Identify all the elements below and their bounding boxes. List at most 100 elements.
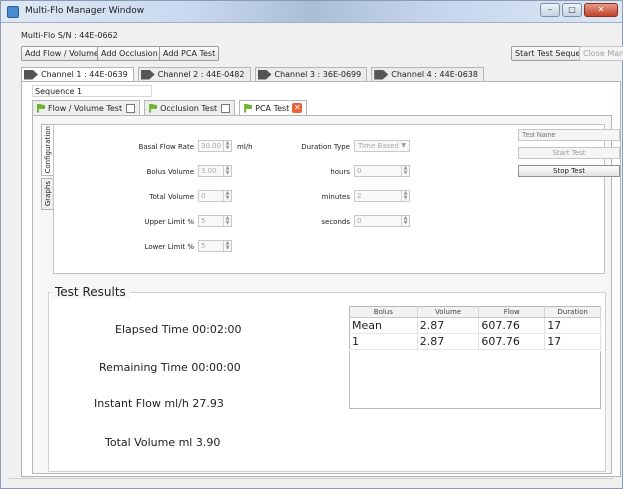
spinner-value: 0 [357, 167, 362, 175]
results-table-empty-area [349, 351, 601, 409]
test-name-input[interactable] [518, 129, 620, 141]
spinner-value: 5 [201, 242, 206, 250]
tab-occlusion-test[interactable]: Occlusion Test [144, 100, 236, 116]
spin-down-icon[interactable]: ▼ [224, 221, 231, 226]
spin-down-icon[interactable]: ▼ [224, 171, 231, 176]
total-volume-label: Total Volume [149, 193, 194, 201]
bolus-volume-label: Bolus Volume [146, 168, 194, 176]
flow-rate-unit: ml/h [237, 143, 253, 151]
flag-icon [244, 103, 253, 113]
channel-panel: Sequence 1 Flow / Volume Test Occlusion … [21, 81, 621, 477]
tab-checkbox[interactable] [221, 103, 231, 113]
spin-arrows[interactable]: ▲ ▼ [401, 191, 409, 201]
spin-arrows[interactable]: ▲ ▼ [223, 216, 231, 226]
spin-down-icon[interactable]: ▼ [224, 146, 231, 151]
app-icon [7, 6, 19, 18]
hours-spinner[interactable]: 0 ▲ ▼ [354, 165, 410, 177]
table-cell: 2.87 [417, 333, 480, 350]
spinner-value: 2 [357, 192, 362, 200]
spin-arrows[interactable]: ▲ ▼ [223, 191, 231, 201]
spinner-value: 0 [357, 217, 362, 225]
spin-arrows[interactable]: ▲ ▼ [223, 241, 231, 251]
tab-checkbox[interactable] [126, 103, 136, 113]
channel-icon [140, 69, 155, 80]
column-header-duration[interactable]: Duration [544, 306, 601, 318]
flag-icon [37, 103, 45, 113]
table-cell: 2.87 [417, 317, 480, 334]
tab-label: Channel 2 : 44E-0482 [157, 70, 245, 79]
upper-limit-spinner[interactable]: 5 ▲ ▼ [198, 215, 232, 227]
table-row[interactable]: Mean 2.87 607.76 17 [349, 317, 601, 334]
spin-down-icon[interactable]: ▼ [402, 221, 409, 226]
spin-arrows[interactable]: ▲ ▼ [401, 216, 409, 226]
test-results-group: Elapsed Time 00:02:00 Remaining Time 00:… [48, 292, 606, 472]
chevron-down-icon: ▼ [401, 142, 406, 149]
tab-label: Channel 3 : 36E-0699 [274, 70, 362, 79]
select-value: Time Based [358, 142, 399, 150]
tab-flow-volume-test[interactable]: Flow / Volume Test [32, 100, 141, 116]
instant-flow: Instant Flow ml/h 27.93 [94, 397, 224, 410]
basal-flow-rate-spinner[interactable]: 30.00 ▲ ▼ [198, 140, 232, 152]
channel-icon [24, 69, 38, 80]
window-title: Multi-Flo Manager Window [25, 6, 145, 16]
minutes-spinner[interactable]: 2 ▲ ▼ [354, 190, 410, 202]
tab-label: Channel 4 : 44E-0638 [391, 70, 478, 79]
remaining-time: Remaining Time 00:00:00 [99, 361, 241, 374]
close-window-button[interactable]: ✕ [584, 3, 618, 17]
tab-label: Graphs [43, 181, 52, 207]
spinner-value: 0 [201, 192, 206, 200]
window-controls: – □ ✕ [540, 3, 618, 17]
table-cell: 1 [349, 333, 418, 350]
duration-type-select[interactable]: Time Based ▼ [354, 140, 410, 152]
add-pca-test-button[interactable]: Add PCA Test [159, 46, 220, 61]
upper-limit-label: Upper Limit % [144, 218, 194, 226]
pca-test-panel: Configuration Graphs Basal Flow Rate 30.… [32, 115, 620, 474]
column-header-bolus[interactable]: Bolus [349, 306, 418, 318]
minimize-button[interactable]: – [540, 3, 560, 17]
channel-icon [257, 69, 272, 80]
tab-channel-2[interactable]: Channel 2 : 44E-0482 [137, 67, 251, 82]
configuration-panel: Basal Flow Rate 30.00 ▲ ▼ ml/h Bolus Volu… [53, 124, 620, 274]
spinner-value: 5 [201, 217, 206, 225]
status-bar [9, 478, 614, 486]
spin-down-icon[interactable]: ▼ [224, 196, 231, 201]
tab-pca-test[interactable]: PCA Test ✕ [239, 100, 308, 116]
seconds-spinner[interactable]: 0 ▲ ▼ [354, 215, 410, 227]
spin-down-icon[interactable]: ▼ [224, 246, 231, 251]
sequence-name-field[interactable]: Sequence 1 [32, 85, 152, 97]
channel-icon [374, 69, 389, 80]
bolus-volume-spinner[interactable]: 3.00 ▲ ▼ [198, 165, 232, 177]
maximize-button[interactable]: □ [562, 3, 582, 17]
spin-arrows[interactable]: ▲ ▼ [401, 166, 409, 176]
tab-channel-1[interactable]: Channel 1 : 44E-0639 [21, 67, 134, 82]
spin-arrows[interactable]: ▲ ▼ [223, 141, 231, 151]
hours-label: hours [330, 168, 350, 176]
results-table: Bolus Volume Flow Duration Mean 2.87 607… [349, 306, 601, 350]
start-test-button[interactable]: Start Test [518, 147, 620, 159]
table-cell: 17 [544, 333, 601, 350]
channel-tabs: Channel 1 : 44E-0639 Channel 2 : 44E-048… [21, 67, 488, 82]
lower-limit-label: Lower Limit % [144, 243, 194, 251]
spin-down-icon[interactable]: ▼ [402, 171, 409, 176]
column-header-volume[interactable]: Volume [417, 306, 480, 318]
tab-label: Configuration [43, 126, 52, 174]
table-cell: 17 [544, 317, 601, 334]
close-manager-button[interactable]: Close Manager [579, 46, 623, 61]
spin-arrows[interactable]: ▲ ▼ [223, 166, 231, 176]
table-cell: 607.76 [478, 333, 546, 350]
tab-channel-3[interactable]: Channel 3 : 36E-0699 [254, 67, 368, 82]
spin-down-icon[interactable]: ▼ [402, 196, 409, 201]
lower-limit-spinner[interactable]: 5 ▲ ▼ [198, 240, 232, 252]
total-volume-spinner[interactable]: 0 ▲ ▼ [198, 190, 232, 202]
serial-number: Multi-Flo S/N : 44E-0662 [21, 31, 118, 40]
column-header-flow[interactable]: Flow [478, 306, 546, 318]
tab-channel-4[interactable]: Channel 4 : 44E-0638 [371, 67, 484, 82]
table-header-row: Bolus Volume Flow Duration [349, 306, 601, 318]
tab-label: Occlusion Test [160, 103, 218, 113]
stop-test-button[interactable]: Stop Test [518, 165, 620, 177]
tab-label: PCA Test [255, 103, 290, 113]
title-bar[interactable]: Multi-Flo Manager Window – □ ✕ [1, 1, 622, 23]
close-tab-icon[interactable]: ✕ [292, 103, 303, 113]
table-row[interactable]: 1 2.87 607.76 17 [349, 333, 601, 350]
spinner-value: 3.00 [201, 167, 217, 175]
